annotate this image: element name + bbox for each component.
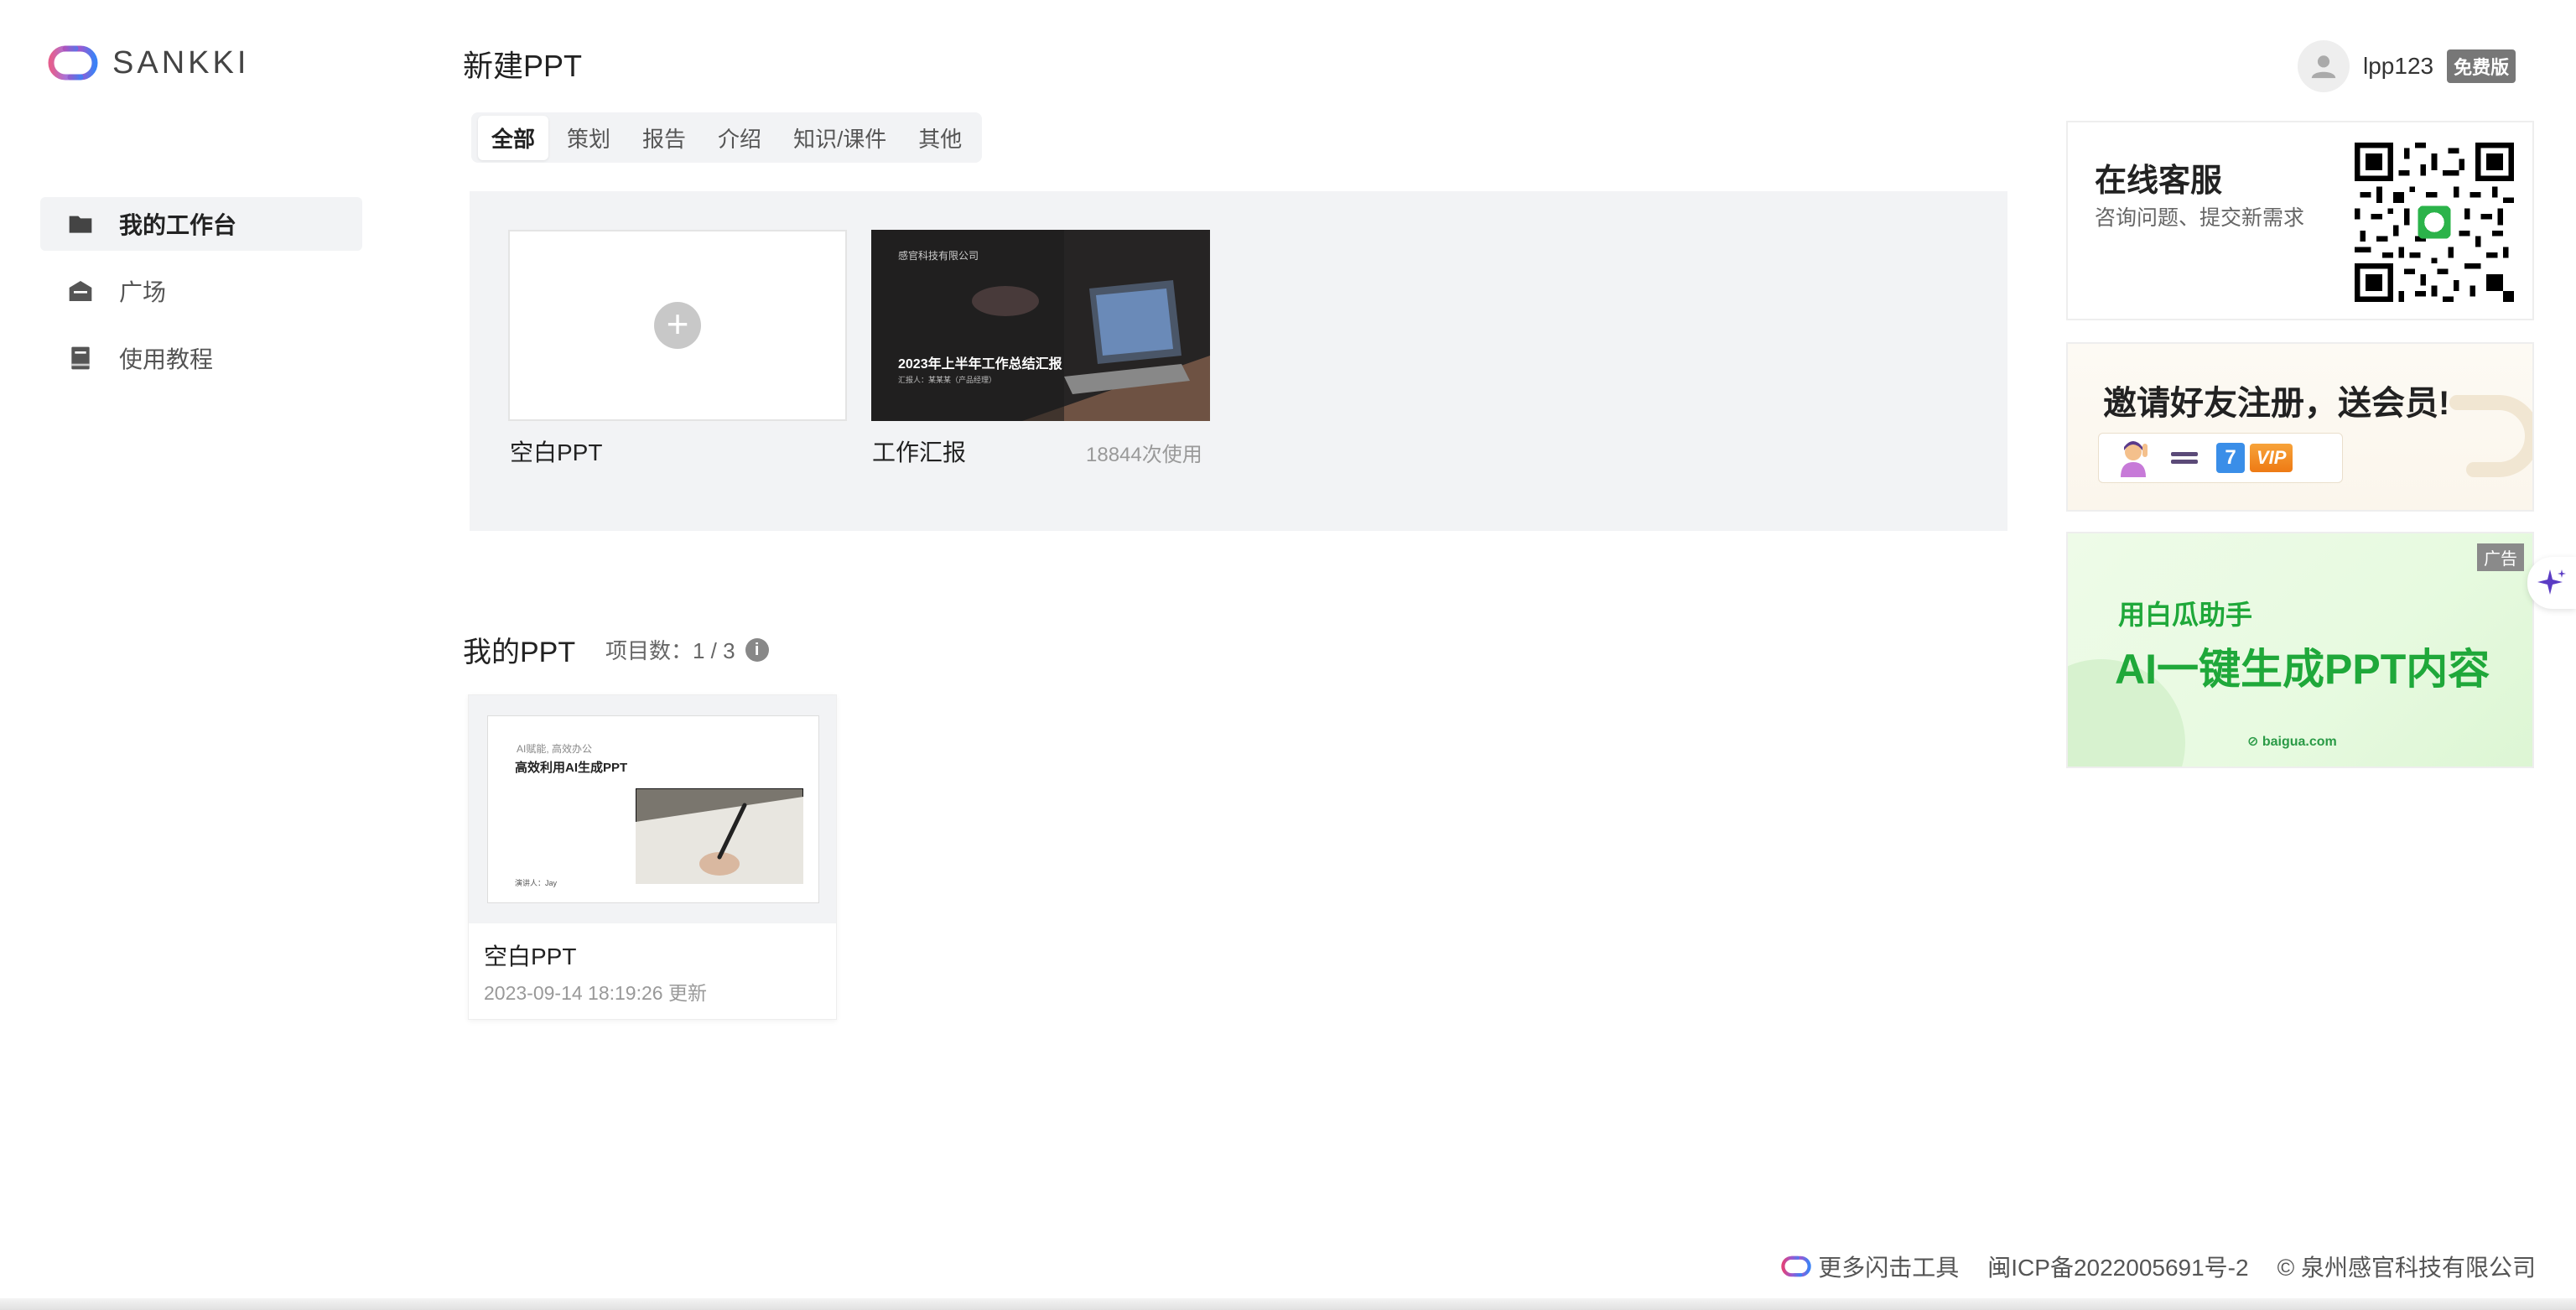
customer-service-panel: 在线客服 咨询问题、提交新需求	[2066, 121, 2534, 320]
book-icon	[71, 346, 90, 370]
house-icon	[69, 281, 92, 301]
template-gallery: + 空白PPT 感官科技有限公司 2023年上半年工作总结汇报 汇报人：某某某（…	[470, 191, 2007, 531]
icp-link[interactable]: 闽ICP备2022005691号-2	[1987, 1250, 2248, 1283]
vip-badge: VIP	[2250, 444, 2293, 472]
ad-line2: AI一键生成PPT内容	[2115, 646, 2490, 693]
thumb-title: 高效利用AI生成PPT	[515, 761, 628, 775]
user-icon	[2311, 55, 2336, 79]
sparkle-icon	[2537, 569, 2566, 595]
ad-tag: 广告	[2477, 543, 2524, 571]
avatar[interactable]	[2298, 40, 2350, 92]
person-raising-hand-icon	[2121, 441, 2148, 477]
ad-url: ⊘ baigua.com	[2247, 735, 2337, 749]
project-count: 项目数：1 / 3 i	[605, 634, 769, 665]
invite-title: 邀请好友注册，送会员!	[2103, 385, 2450, 422]
sidebar-nav: 我的工作台 广场 使用教程	[40, 197, 362, 398]
work-report-template-card[interactable]: 感官科技有限公司 2023年上半年工作总结汇报 汇报人：某某某（产品经理）	[871, 230, 1210, 421]
invite-panel[interactable]: 邀请好友注册，送会员! 7 VIP	[2066, 342, 2534, 512]
project-thumbnail: AI赋能, 高效办公 高效利用AI生成PPT 演讲人：Jay	[487, 715, 819, 903]
brand-name: SANKKI	[112, 44, 250, 81]
project-updated: 2023-09-14 18:19:26 更新	[484, 982, 707, 1004]
writing-photo-illustration	[636, 788, 803, 884]
ai-assistant-button[interactable]	[2527, 557, 2576, 609]
tab-all[interactable]: 全部	[478, 115, 549, 160]
sidebar-item-plaza[interactable]: 广场	[40, 264, 362, 318]
sidebar-item-label: 使用教程	[119, 346, 214, 372]
ad-banner[interactable]: 广告 用白瓜助手 AI一键生成PPT内容 ⊘ baigua.com	[2066, 532, 2534, 768]
copyright: © 泉州感官科技有限公司	[2277, 1255, 2536, 1281]
project-name: 空白PPT	[484, 944, 577, 970]
project-thumbnail-area: AI赋能, 高效办公 高效利用AI生成PPT 演讲人：Jay	[469, 695, 836, 923]
sidebar-item-workspace[interactable]: 我的工作台	[40, 197, 362, 251]
sankki-logo-icon	[1781, 1255, 1811, 1277]
tab-courseware[interactable]: 知识/课件	[780, 116, 900, 160]
plus-icon: +	[654, 302, 701, 349]
ad-url-text: baigua.com	[2262, 735, 2337, 749]
window-bottom-edge	[0, 1298, 2576, 1310]
sidebar-item-label: 广场	[119, 279, 167, 305]
support-title: 在线客服	[2095, 164, 2223, 199]
footer: 更多闪击工具 闽ICP备2022005691号-2 © 泉州感官科技有限公司	[1779, 1250, 2536, 1283]
category-tabs: 全部 策划 报告 介绍 知识/课件 其他	[471, 112, 983, 163]
folder-icon	[69, 216, 92, 233]
template-usage-count: 18844次使用	[1086, 444, 1202, 466]
tab-planning[interactable]: 策划	[553, 116, 624, 160]
blank-template-card[interactable]: +	[508, 230, 847, 421]
days-badge: 7	[2216, 443, 2245, 473]
plan-badge: 免费版	[2447, 49, 2516, 83]
support-subtitle: 咨询问题、提交新需求	[2095, 206, 2305, 230]
thumb-title: 2023年上半年工作总结汇报	[898, 357, 1062, 372]
sankki-logo-icon	[45, 42, 101, 84]
new-ppt-title: 新建PPT	[463, 49, 583, 83]
username: lpp123	[2363, 53, 2434, 79]
equals-icon	[2171, 452, 2198, 464]
ad-line1: 用白瓜助手	[2118, 600, 2253, 630]
my-ppt-title: 我的PPT	[463, 637, 576, 668]
sidebar-item-tutorial[interactable]: 使用教程	[40, 331, 362, 385]
user-menu[interactable]: lpp123 免费版	[2298, 40, 2516, 92]
template-label-report: 工作汇报	[872, 439, 967, 465]
thumb-author: 演讲人：Jay	[515, 879, 558, 887]
project-count-label: 项目数：1 / 3	[605, 638, 735, 663]
more-tools-link[interactable]: 更多闪击工具	[1779, 1250, 1959, 1283]
thumb-sub: 汇报人：某某某（产品经理）	[898, 376, 997, 384]
invite-reward: 7 VIP	[2098, 433, 2343, 483]
tab-other[interactable]: 其他	[905, 116, 975, 160]
tab-report[interactable]: 报告	[629, 116, 699, 160]
template-label-blank: 空白PPT	[510, 439, 603, 465]
brand-logo[interactable]: SANKKI	[45, 42, 249, 84]
tab-intro[interactable]: 介绍	[704, 116, 775, 160]
thumb-company: 感官科技有限公司	[898, 250, 979, 262]
thumb-kicker: AI赋能, 高效办公	[517, 743, 593, 755]
sidebar-item-label: 我的工作台	[119, 212, 237, 238]
more-tools-label: 更多闪击工具	[1818, 1255, 1960, 1281]
qr-code-icon	[2355, 143, 2514, 302]
info-icon[interactable]: i	[745, 637, 769, 662]
project-card[interactable]: AI赋能, 高效办公 高效利用AI生成PPT 演讲人：Jay 空白PPT 202…	[468, 694, 837, 1020]
